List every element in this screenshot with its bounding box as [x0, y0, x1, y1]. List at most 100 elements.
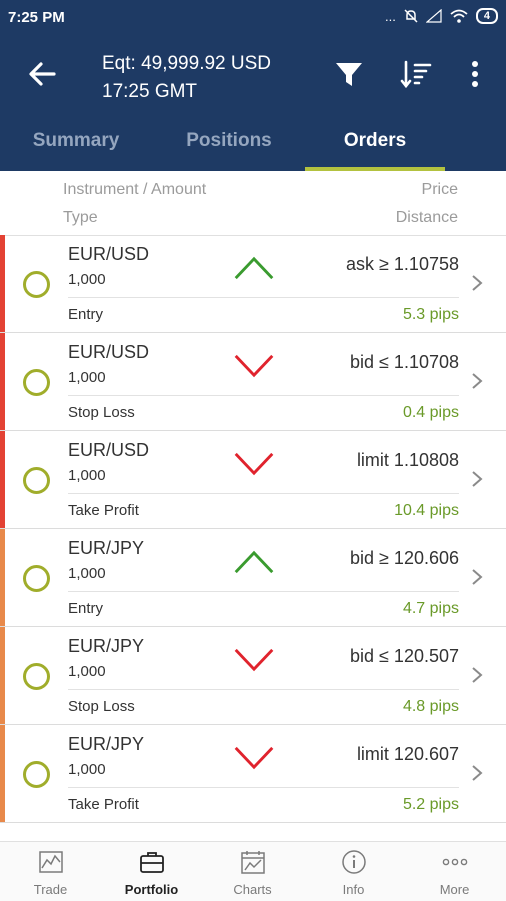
battery-icon: 4: [475, 8, 498, 24]
chevron-right-icon[interactable]: [470, 763, 484, 783]
order-distance: 0.4 pips: [402, 404, 459, 421]
order-instrument: EUR/USD: [68, 244, 150, 264]
tab-bar: Summary Positions Orders: [0, 130, 506, 171]
select-circle-icon[interactable]: [23, 565, 50, 592]
nav-label: Info: [342, 882, 365, 897]
col-price: Price: [421, 181, 458, 198]
arrow-up-icon: [234, 256, 274, 280]
mute-icon: [404, 9, 418, 23]
select-circle-icon[interactable]: [23, 467, 50, 494]
tab-summary[interactable]: Summary: [0, 130, 152, 152]
order-instrument: EUR/USD: [68, 342, 150, 362]
col-instrument-amount: Instrument / Amount: [63, 181, 207, 198]
status-time: 7:25 PM: [8, 9, 65, 26]
trade-chart-icon: [39, 851, 63, 873]
calendar-chart-icon: [241, 851, 265, 874]
order-type: Entry: [68, 600, 104, 617]
nav-charts[interactable]: Charts: [202, 842, 303, 901]
order-amount: 1,000: [68, 271, 106, 288]
nav-info[interactable]: Info: [303, 842, 404, 901]
row-divider: [68, 395, 459, 396]
order-color-bar: [0, 627, 5, 724]
order-distance: 5.2 pips: [402, 796, 459, 813]
order-amount: 1,000: [68, 663, 106, 680]
nav-trade[interactable]: Trade: [0, 842, 101, 901]
order-amount: 1,000: [68, 565, 106, 582]
chevron-right-icon[interactable]: [470, 567, 484, 587]
order-amount: 1,000: [68, 761, 106, 778]
arrow-down-icon: [234, 648, 274, 672]
server-time: 17:25 GMT: [102, 81, 198, 102]
select-circle-icon[interactable]: [23, 663, 50, 690]
order-price: limit 1.10808: [356, 450, 459, 470]
arrow-down-icon: [234, 746, 274, 770]
order-type: Entry: [68, 306, 104, 323]
nav-label: Trade: [33, 882, 68, 897]
more-vert-icon[interactable]: [457, 56, 493, 92]
order-instrument: EUR/JPY: [68, 734, 145, 754]
notification-dots: ...: [385, 8, 396, 24]
order-price: bid ≤ 1.10708: [350, 352, 459, 372]
order-instrument: EUR/JPY: [68, 636, 145, 656]
nav-more[interactable]: More: [404, 842, 505, 901]
chevron-right-icon[interactable]: [470, 371, 484, 391]
equity-value: Eqt: 49,999.92 USD: [102, 53, 271, 74]
col-type: Type: [63, 209, 98, 226]
order-distance: 10.4 pips: [394, 502, 459, 519]
order-color-bar: [0, 529, 5, 626]
bottom-nav: Trade Portfolio Charts Info More: [0, 841, 506, 901]
order-type: Take Profit: [68, 796, 139, 813]
nav-portfolio[interactable]: Portfolio: [101, 842, 202, 901]
chevron-right-icon[interactable]: [470, 469, 484, 489]
order-price: ask ≥ 1.10758: [346, 254, 459, 274]
order-type: Take Profit: [68, 502, 139, 519]
order-instrument: EUR/USD: [68, 440, 150, 460]
order-color-bar: [0, 333, 5, 430]
briefcase-icon: [140, 852, 164, 873]
select-circle-icon[interactable]: [23, 271, 50, 298]
chevron-right-icon[interactable]: [470, 273, 484, 293]
row-divider: [68, 787, 459, 788]
order-amount: 1,000: [68, 467, 106, 484]
nav-label: Charts: [233, 882, 272, 897]
arrow-down-icon: [234, 354, 274, 378]
signal-icon: [425, 9, 442, 23]
order-instrument: EUR/JPY: [68, 538, 145, 558]
sort-icon[interactable]: [398, 56, 434, 92]
filter-icon[interactable]: [331, 56, 367, 92]
order-price: bid ≥ 120.606: [350, 548, 459, 568]
order-price: limit 120.607: [356, 744, 459, 764]
row-divider: [68, 689, 459, 690]
tab-positions[interactable]: Positions: [153, 130, 305, 152]
back-arrow-icon[interactable]: [24, 56, 60, 92]
nav-label: Portfolio: [124, 882, 179, 897]
order-price: bid ≤ 120.507: [350, 646, 459, 666]
order-color-bar: [0, 725, 5, 822]
arrow-up-icon: [234, 550, 274, 574]
column-header: Instrument / Amount Type Price Distance: [0, 171, 506, 236]
order-row[interactable]: EUR/JPY 1,000 Entry bid ≥ 120.606 4.7 pips: [0, 529, 506, 627]
row-divider: [68, 591, 459, 592]
order-amount: 1,000: [68, 369, 106, 386]
row-divider: [68, 297, 459, 298]
select-circle-icon[interactable]: [23, 369, 50, 396]
app-bar: Eqt: 49,999.92 USD 17:25 GMT Summary Pos…: [0, 34, 506, 171]
info-icon: [342, 850, 366, 874]
order-distance: 4.8 pips: [402, 698, 459, 715]
row-divider: [68, 493, 459, 494]
order-color-bar: [0, 235, 5, 332]
order-color-bar: [0, 431, 5, 528]
order-row[interactable]: EUR/USD 1,000 Stop Loss bid ≤ 1.10708 0.4 pi…: [0, 333, 506, 431]
order-type: Stop Loss: [68, 404, 135, 421]
select-circle-icon[interactable]: [23, 761, 50, 788]
order-row[interactable]: EUR/JPY 1,000 Take Profit limit 120.607 5.2 …: [0, 725, 506, 823]
order-row[interactable]: EUR/JPY 1,000 Stop Loss bid ≤ 120.507 4.8 pi…: [0, 627, 506, 725]
tab-orders[interactable]: Orders: [299, 130, 451, 152]
order-row[interactable]: EUR/USD 1,000 Entry ask ≥ 1.10758 5.3 pips: [0, 235, 506, 333]
chevron-right-icon[interactable]: [470, 665, 484, 685]
wifi-icon: [450, 9, 468, 23]
equity-info: Eqt: 49,999.92 USD 17:25 GMT: [102, 50, 271, 106]
more-dots-icon: [442, 858, 468, 866]
order-distance: 4.7 pips: [402, 600, 459, 617]
order-row[interactable]: EUR/USD 1,000 Take Profit limit 1.10808 10.4…: [0, 431, 506, 529]
